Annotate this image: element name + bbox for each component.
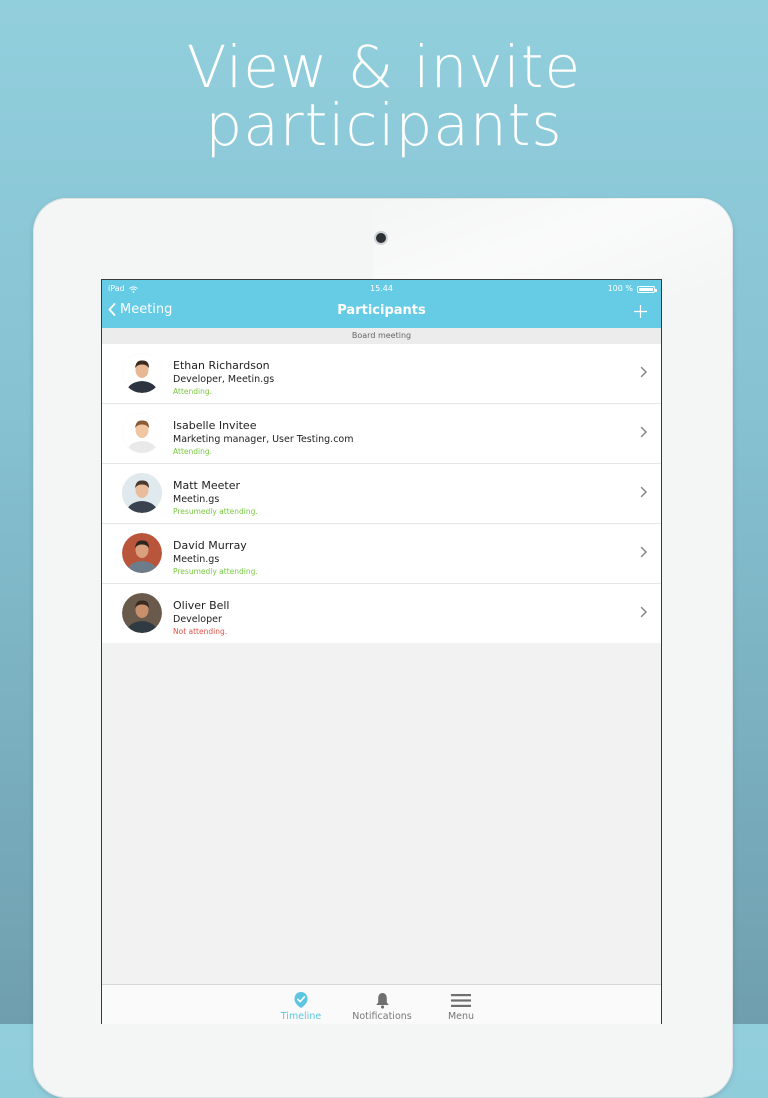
app-screen: iPad 15.44 100 % Meeting Participants Bo…	[101, 279, 662, 1024]
participant-role: Developer, Meetin.gs	[173, 374, 275, 385]
nav-title: Participants	[337, 303, 426, 318]
participant-role: Meetin.gs	[173, 494, 220, 505]
participant-name: Ethan Richardson	[173, 359, 270, 372]
participant-name: David Murray	[173, 539, 247, 552]
chevron-right-icon	[639, 604, 649, 620]
chevron-right-icon	[639, 544, 649, 560]
participant-row[interactable]: Ethan Richardson Developer, Meetin.gs Atte…	[102, 344, 661, 404]
promo-headline: View & invite participants	[0, 38, 768, 154]
chevron-right-icon	[639, 424, 649, 440]
avatar	[122, 473, 162, 513]
attendance-status: Attending.	[173, 447, 212, 456]
add-participant-button[interactable]	[634, 299, 647, 323]
tab-notifications[interactable]: Notifications	[347, 989, 417, 1022]
tab-bar: Timeline Notifications Menu	[102, 984, 661, 1024]
menu-icon	[426, 989, 496, 1011]
avatar	[122, 533, 162, 573]
chevron-right-icon	[639, 484, 649, 500]
tab-timeline[interactable]: Timeline	[266, 989, 336, 1022]
tab-menu[interactable]: Menu	[426, 989, 496, 1022]
participant-name: Matt Meeter	[173, 479, 240, 492]
battery-percent: 100 %	[607, 284, 633, 293]
headline-line-1: View & invite	[186, 33, 582, 101]
participant-name: Isabelle Invitee	[173, 419, 257, 432]
camera-icon	[376, 233, 386, 243]
chevron-right-icon	[639, 364, 649, 380]
participant-role: Developer	[173, 614, 222, 625]
participant-role: Meetin.gs	[173, 554, 220, 565]
participant-row[interactable]: David Murray Meetin.gs Presumedly attendin…	[102, 524, 661, 584]
timeline-icon	[266, 989, 336, 1011]
avatar	[122, 353, 162, 393]
participant-role: Marketing manager, User Testing.com	[173, 434, 354, 445]
attendance-status: Presumedly attending.	[173, 567, 258, 576]
participant-list: Ethan Richardson Developer, Meetin.gs Atte…	[102, 344, 661, 643]
participant-row[interactable]: Matt Meeter Meetin.gs Presumedly attending…	[102, 464, 661, 524]
status-bar: iPad 15.44 100 %	[102, 283, 661, 295]
headline-line-2: participants	[205, 91, 563, 159]
section-header: Board meeting	[102, 328, 661, 344]
battery-icon	[637, 285, 657, 293]
attendance-status: Attending.	[173, 387, 212, 396]
avatar	[122, 413, 162, 453]
tab-label: Timeline	[280, 1011, 322, 1022]
status-time: 15.44	[370, 284, 393, 293]
tab-label: Notifications	[352, 1011, 412, 1022]
plus-icon	[634, 305, 647, 318]
attendance-status: Not attending.	[173, 627, 228, 636]
avatar	[122, 593, 162, 633]
participant-name: Oliver Bell	[173, 599, 230, 612]
participant-row[interactable]: Oliver Bell Developer Not attending.	[102, 584, 661, 643]
navigation-bar: iPad 15.44 100 % Meeting Participants	[102, 280, 661, 328]
attendance-status: Presumedly attending.	[173, 507, 258, 516]
tab-label: Menu	[447, 1011, 475, 1022]
bell-icon	[347, 989, 417, 1011]
participant-row[interactable]: Isabelle Invitee Marketing manager, User …	[102, 404, 661, 464]
